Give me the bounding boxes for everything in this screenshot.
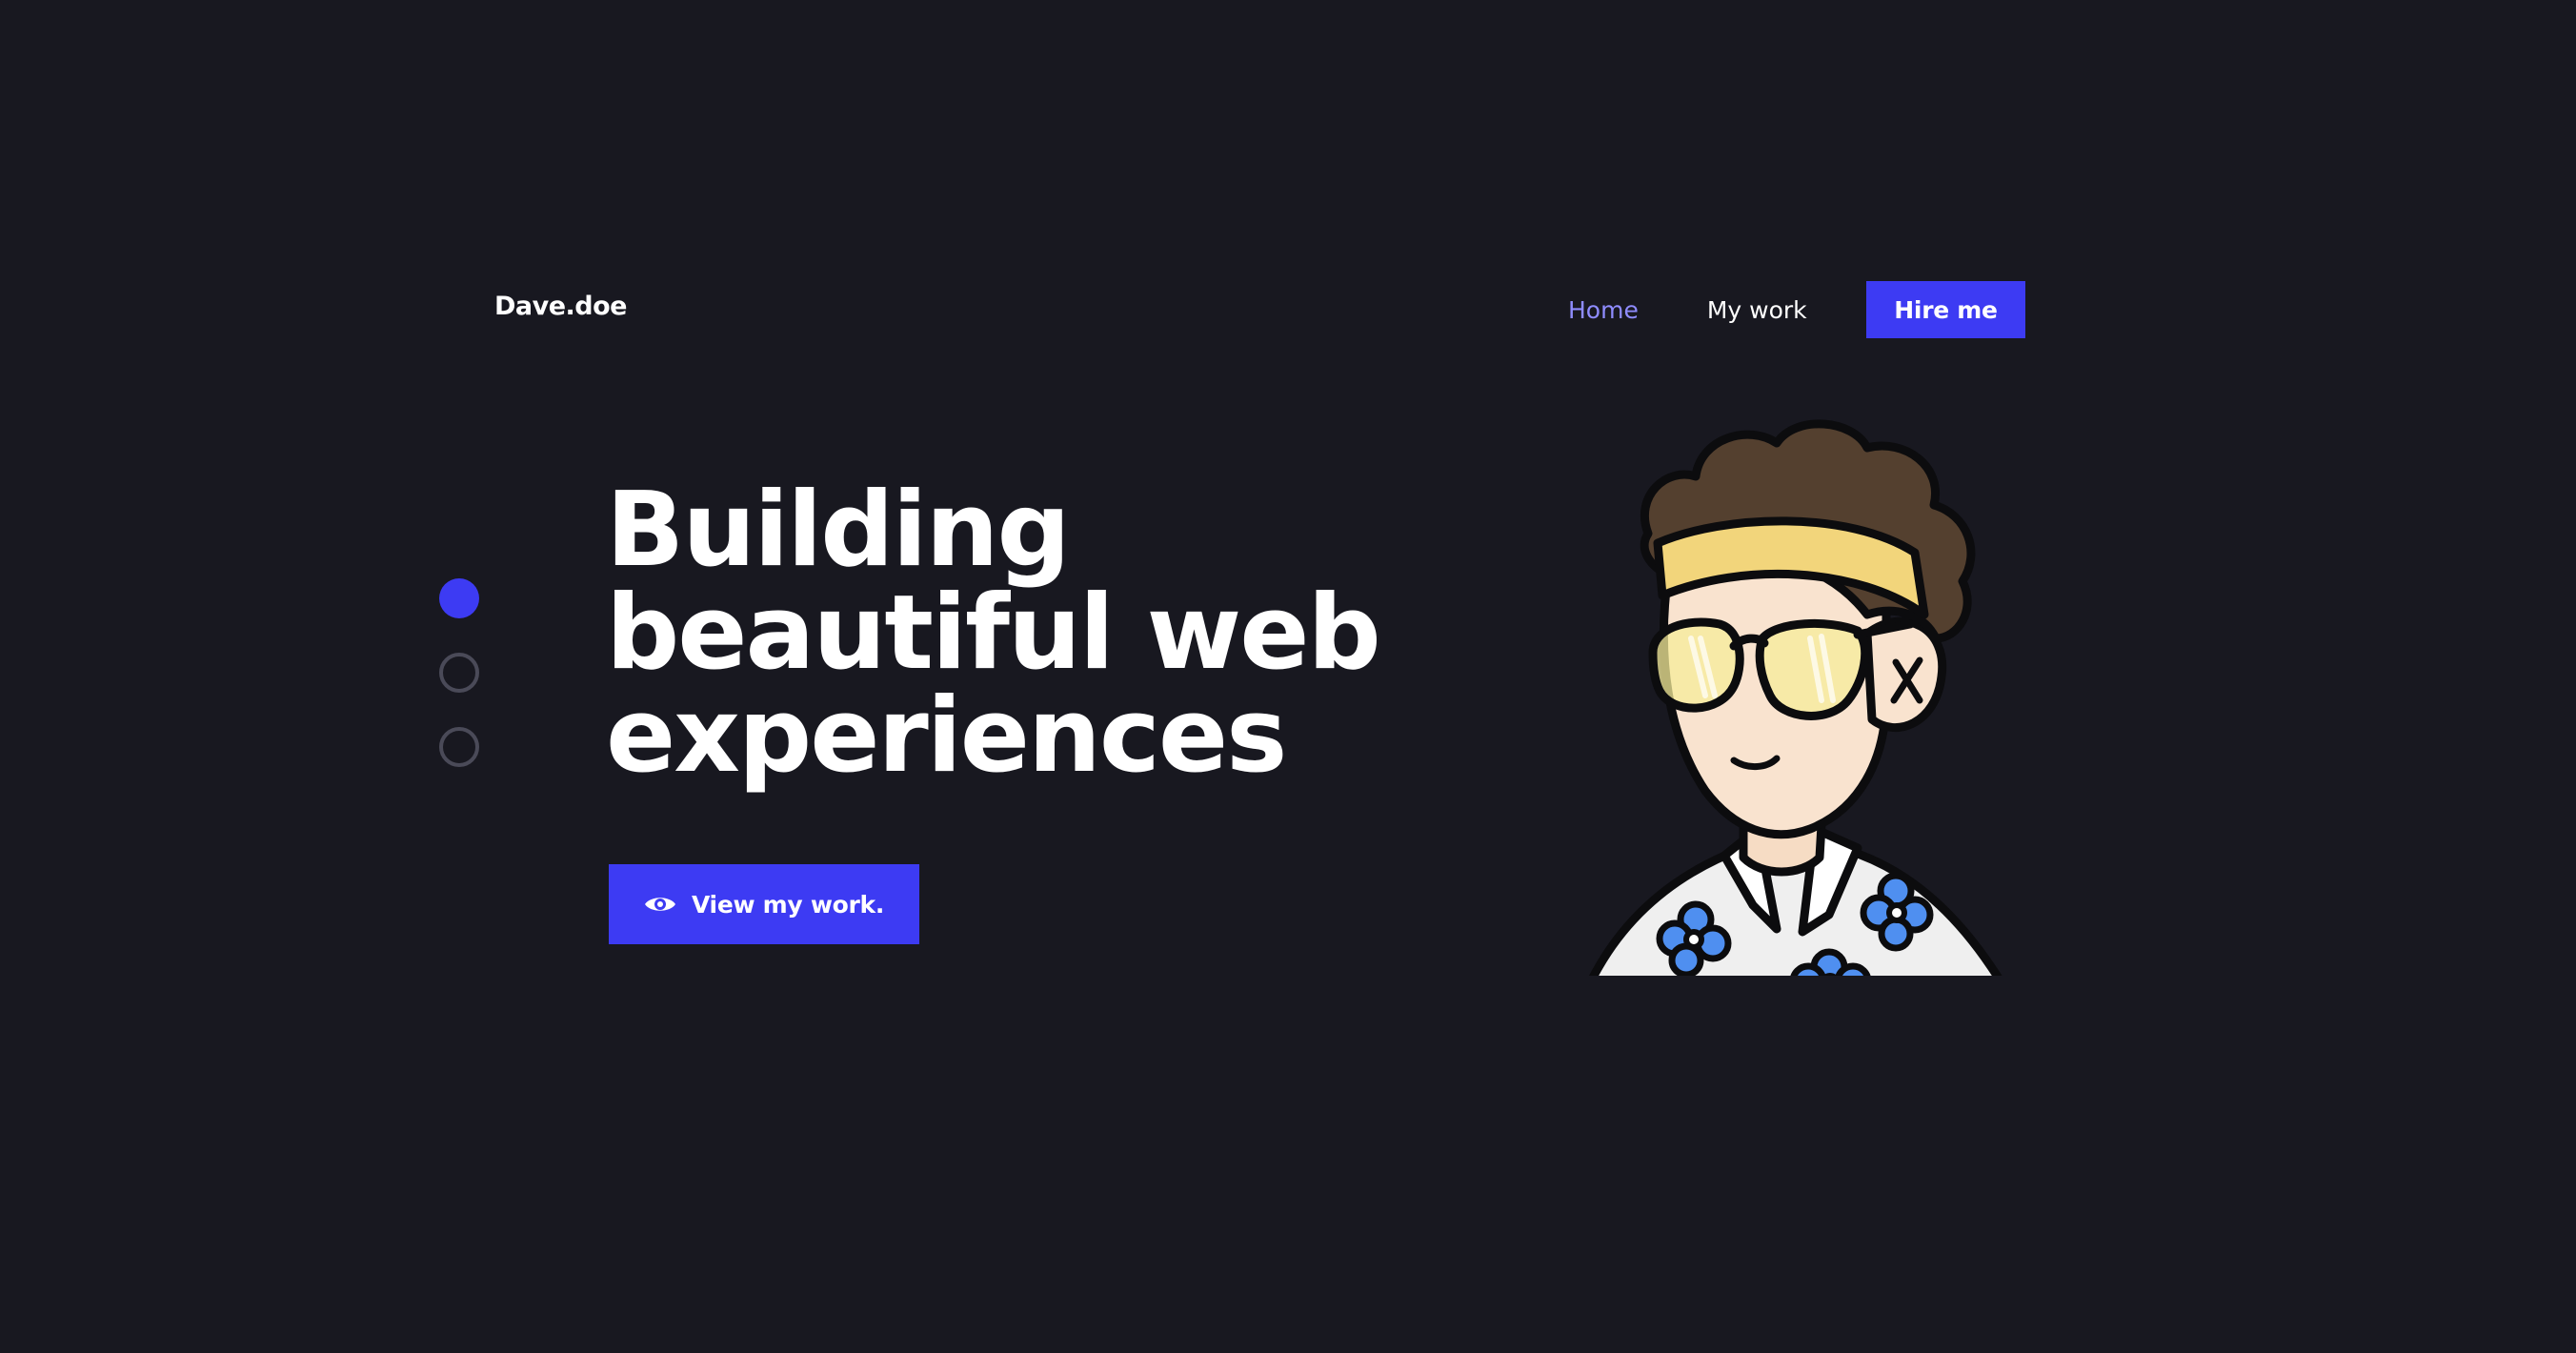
slide-indicator [439, 578, 479, 801]
slide-dot-1[interactable] [439, 578, 479, 618]
hero-title-line-2: beautiful web [606, 574, 1381, 693]
hero-title-line-1: Building [606, 471, 1071, 590]
main-nav: Home My work [1568, 281, 1807, 338]
site-logo[interactable]: Dave.doe [494, 292, 628, 321]
nav-link-my-work[interactable]: My work [1707, 296, 1807, 324]
hire-me-button[interactable]: Hire me [1866, 281, 2025, 338]
slide-dot-2[interactable] [439, 653, 479, 693]
nav-link-home[interactable]: Home [1568, 296, 1639, 324]
eye-icon [644, 898, 675, 911]
view-my-work-label: View my work. [691, 890, 885, 919]
landing-page: Dave.doe Home My work Hire me Building b… [0, 0, 2576, 1353]
hero-title-line-3: experiences [606, 676, 1287, 796]
view-my-work-button[interactable]: View my work. [609, 864, 919, 944]
hero-title: Building beautiful web experiences [606, 479, 1463, 788]
cartoon-avatar [1589, 419, 2002, 976]
slide-dot-3[interactable] [439, 727, 479, 767]
